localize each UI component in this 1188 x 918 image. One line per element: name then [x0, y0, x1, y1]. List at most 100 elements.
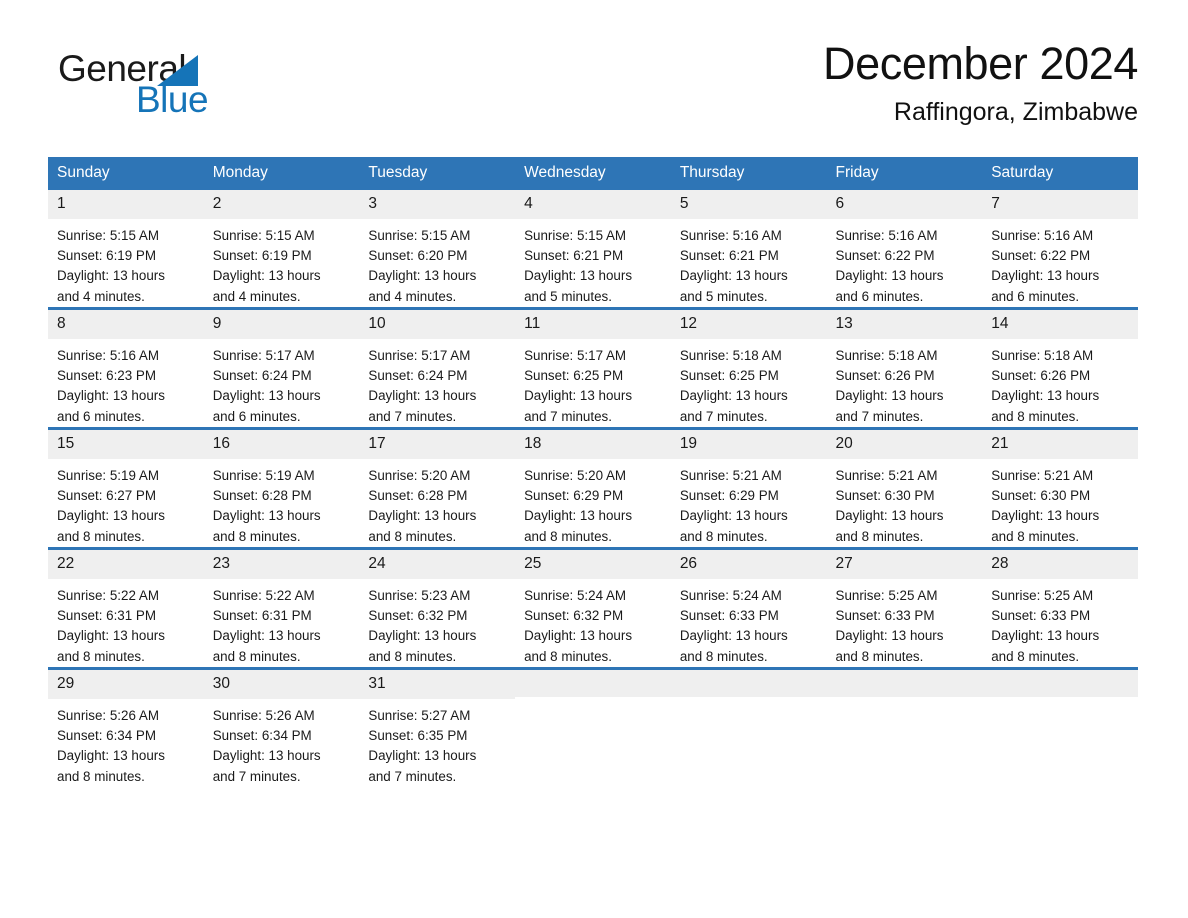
weekday-header-sunday: Sunday	[48, 157, 204, 190]
day-cell[interactable]: 9 Sunrise: 5:17 AM Sunset: 6:24 PM Dayli…	[203, 307, 360, 429]
daylight-text-line1: Daylight: 13 hours	[368, 268, 477, 284]
generalblue-logo[interactable]: General Blue	[58, 50, 288, 130]
day-cell[interactable]: 16 Sunrise: 5:19 AM Sunset: 6:28 PM Dayl…	[203, 427, 360, 549]
sunrise-text: Sunrise: 5:23 AM	[368, 587, 471, 603]
day-number: 20	[826, 430, 983, 459]
day-number: 2	[203, 190, 360, 219]
daylight-text-line2: and 8 minutes.	[524, 528, 612, 544]
day-cell[interactable]: 21 Sunrise: 5:21 AM Sunset: 6:30 PM Dayl…	[982, 427, 1138, 549]
daylight-text-line1: Daylight: 13 hours	[212, 748, 321, 764]
daylight-text-line2: and 8 minutes.	[991, 648, 1080, 664]
day-cell[interactable]: 31 Sunrise: 5:27 AM Sunset: 6:35 PM Dayl…	[359, 667, 516, 787]
daylight-text-line2: and 7 minutes.	[679, 408, 768, 424]
day-cell[interactable]: 10 Sunrise: 5:17 AM Sunset: 6:24 PM Dayl…	[359, 307, 516, 429]
daylight-text-line1: Daylight: 13 hours	[368, 508, 477, 524]
sunrise-text: Sunrise: 5:18 AM	[679, 347, 782, 363]
day-details: Sunrise: 5:24 AM Sunset: 6:32 PM Dayligh…	[515, 579, 671, 667]
day-details: Sunrise: 5:21 AM Sunset: 6:29 PM Dayligh…	[671, 459, 827, 547]
day-details: Sunrise: 5:26 AM Sunset: 6:34 PM Dayligh…	[204, 699, 360, 787]
day-number: 13	[826, 310, 983, 339]
sunset-text: Sunset: 6:27 PM	[57, 488, 156, 504]
day-number	[826, 670, 983, 697]
day-cell[interactable]: 11 Sunrise: 5:17 AM Sunset: 6:25 PM Dayl…	[515, 307, 671, 429]
sunrise-text: Sunrise: 5:18 AM	[835, 347, 938, 363]
page-subtitle: Raffingora, Zimbabwe	[893, 98, 1138, 127]
sunset-text: Sunset: 6:24 PM	[212, 368, 312, 384]
daylight-text-line1: Daylight: 13 hours	[991, 388, 1100, 404]
day-details: Sunrise: 5:20 AM Sunset: 6:28 PM Dayligh…	[359, 459, 515, 547]
day-cell[interactable]: 12 Sunrise: 5:18 AM Sunset: 6:25 PM Dayl…	[670, 307, 827, 429]
day-details: Sunrise: 5:18 AM Sunset: 6:25 PM Dayligh…	[671, 339, 827, 427]
day-cell[interactable]: 14 Sunrise: 5:18 AM Sunset: 6:26 PM Dayl…	[982, 307, 1138, 429]
daylight-text-line1: Daylight: 13 hours	[679, 268, 788, 284]
daylight-text-line1: Daylight: 13 hours	[212, 508, 321, 524]
sunrise-text: Sunrise: 5:20 AM	[524, 467, 627, 483]
daylight-text-line1: Daylight: 13 hours	[368, 388, 477, 404]
logo-text-blue: Blue	[136, 79, 209, 120]
day-details: Sunrise: 5:23 AM Sunset: 6:32 PM Dayligh…	[359, 579, 515, 667]
daylight-text-line1: Daylight: 13 hours	[212, 268, 321, 284]
daylight-text-line2: and 6 minutes.	[991, 288, 1080, 304]
day-cell[interactable]: 23 Sunrise: 5:22 AM Sunset: 6:31 PM Dayl…	[203, 547, 360, 669]
sunset-text: Sunset: 6:23 PM	[57, 368, 156, 384]
weekday-header-thursday: Thursday	[670, 157, 827, 190]
daylight-text-line1: Daylight: 13 hours	[368, 628, 477, 644]
day-number: 30	[203, 670, 360, 699]
daylight-text-line1: Daylight: 13 hours	[524, 388, 633, 404]
sunset-text: Sunset: 6:33 PM	[679, 608, 779, 624]
day-cell[interactable]: 5 Sunrise: 5:16 AM Sunset: 6:21 PM Dayli…	[670, 190, 827, 309]
sunset-text: Sunset: 6:24 PM	[368, 368, 468, 384]
day-details: Sunrise: 5:25 AM Sunset: 6:33 PM Dayligh…	[827, 579, 983, 667]
day-number: 27	[826, 550, 983, 579]
daylight-text-line1: Daylight: 13 hours	[57, 268, 165, 284]
sunrise-text: Sunrise: 5:16 AM	[991, 227, 1094, 243]
sunset-text: Sunset: 6:34 PM	[57, 728, 156, 744]
day-number: 21	[982, 430, 1138, 459]
day-cell[interactable]: 27 Sunrise: 5:25 AM Sunset: 6:33 PM Dayl…	[826, 547, 983, 669]
day-cell[interactable]: 17 Sunrise: 5:20 AM Sunset: 6:28 PM Dayl…	[359, 427, 516, 549]
day-cell[interactable]: 28 Sunrise: 5:25 AM Sunset: 6:33 PM Dayl…	[982, 547, 1138, 669]
daylight-text-line2: and 8 minutes.	[835, 528, 924, 544]
day-details: Sunrise: 5:15 AM Sunset: 6:20 PM Dayligh…	[359, 219, 515, 307]
day-number: 15	[48, 430, 204, 459]
day-number: 23	[203, 550, 360, 579]
day-cell[interactable]: 6 Sunrise: 5:16 AM Sunset: 6:22 PM Dayli…	[826, 190, 983, 309]
day-details: Sunrise: 5:26 AM Sunset: 6:34 PM Dayligh…	[48, 699, 204, 787]
sunrise-text: Sunrise: 5:15 AM	[212, 227, 315, 243]
weekday-header-saturday: Saturday	[982, 157, 1138, 190]
day-cell[interactable]: 20 Sunrise: 5:21 AM Sunset: 6:30 PM Dayl…	[826, 427, 983, 549]
week-row: 15 Sunrise: 5:19 AM Sunset: 6:27 PM Dayl…	[48, 427, 1138, 549]
sunset-text: Sunset: 6:34 PM	[212, 728, 312, 744]
day-details: Sunrise: 5:17 AM Sunset: 6:24 PM Dayligh…	[359, 339, 515, 427]
day-cell[interactable]: 25 Sunrise: 5:24 AM Sunset: 6:32 PM Dayl…	[515, 547, 671, 669]
day-cell[interactable]: 22 Sunrise: 5:22 AM Sunset: 6:31 PM Dayl…	[48, 547, 204, 669]
day-cell[interactable]: 3 Sunrise: 5:15 AM Sunset: 6:20 PM Dayli…	[359, 190, 516, 309]
day-cell[interactable]: 7 Sunrise: 5:16 AM Sunset: 6:22 PM Dayli…	[982, 190, 1138, 309]
sunset-text: Sunset: 6:30 PM	[835, 488, 935, 504]
day-cell[interactable]: 1 Sunrise: 5:15 AM Sunset: 6:19 PM Dayli…	[48, 190, 204, 309]
day-cell[interactable]: 8 Sunrise: 5:16 AM Sunset: 6:23 PM Dayli…	[48, 307, 204, 429]
day-cell-empty	[826, 667, 983, 787]
day-cell[interactable]: 26 Sunrise: 5:24 AM Sunset: 6:33 PM Dayl…	[670, 547, 827, 669]
day-number: 6	[826, 190, 983, 219]
day-cell[interactable]: 2 Sunrise: 5:15 AM Sunset: 6:19 PM Dayli…	[203, 190, 360, 309]
day-number: 8	[48, 310, 204, 339]
calendar-table: Sunday Monday Tuesday Wednesday Thursday…	[48, 157, 1138, 787]
day-details: Sunrise: 5:18 AM Sunset: 6:26 PM Dayligh…	[827, 339, 983, 427]
day-cell[interactable]: 19 Sunrise: 5:21 AM Sunset: 6:29 PM Dayl…	[670, 427, 827, 549]
day-cell[interactable]: 15 Sunrise: 5:19 AM Sunset: 6:27 PM Dayl…	[48, 427, 204, 549]
daylight-text-line2: and 4 minutes.	[212, 288, 301, 304]
sunset-text: Sunset: 6:30 PM	[991, 488, 1091, 504]
daylight-text-line1: Daylight: 13 hours	[679, 508, 788, 524]
day-details: Sunrise: 5:19 AM Sunset: 6:28 PM Dayligh…	[204, 459, 360, 547]
day-cell[interactable]: 29 Sunrise: 5:26 AM Sunset: 6:34 PM Dayl…	[48, 667, 204, 787]
day-number: 11	[515, 310, 671, 339]
day-cell[interactable]: 24 Sunrise: 5:23 AM Sunset: 6:32 PM Dayl…	[359, 547, 516, 669]
day-number: 18	[515, 430, 671, 459]
day-cell[interactable]: 13 Sunrise: 5:18 AM Sunset: 6:26 PM Dayl…	[826, 307, 983, 429]
sunset-text: Sunset: 6:21 PM	[679, 248, 779, 264]
day-number: 4	[515, 190, 671, 219]
day-cell[interactable]: 18 Sunrise: 5:20 AM Sunset: 6:29 PM Dayl…	[515, 427, 671, 549]
day-cell[interactable]: 4 Sunrise: 5:15 AM Sunset: 6:21 PM Dayli…	[515, 190, 671, 309]
day-cell[interactable]: 30 Sunrise: 5:26 AM Sunset: 6:34 PM Dayl…	[203, 667, 360, 787]
